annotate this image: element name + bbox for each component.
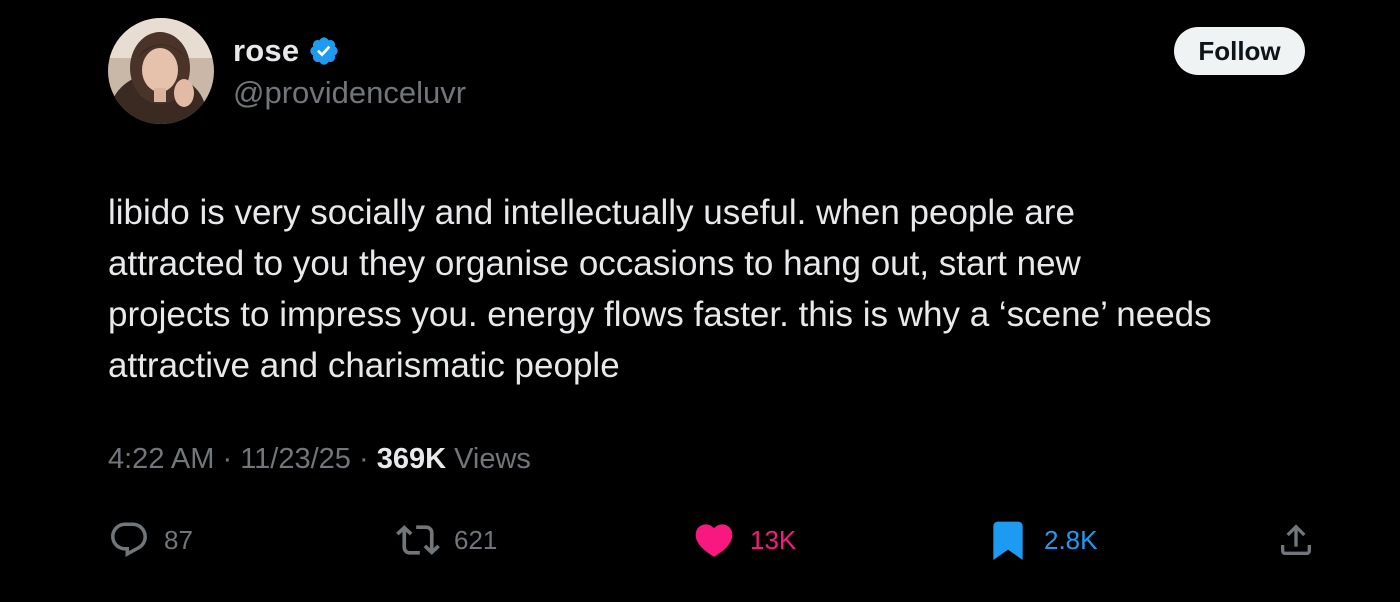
- repost-button[interactable]: 621: [396, 515, 497, 565]
- tweet-text-line: projects to impress you. energy flows fa…: [108, 295, 1212, 334]
- avatar[interactable]: [108, 18, 214, 124]
- tweet-time[interactable]: 4:22 AM: [108, 443, 214, 475]
- heart-filled-icon: [695, 524, 733, 557]
- tweet-text: libido is very socially and intellectual…: [108, 187, 1348, 391]
- repost-arrows-icon: [396, 525, 440, 555]
- reply-bubble-icon: [111, 522, 147, 557]
- share-upload-icon: [1281, 524, 1311, 555]
- repost-count: 621: [454, 524, 498, 555]
- meta-separator: ·: [222, 443, 241, 475]
- meta-separator: ·: [358, 443, 377, 475]
- tweet-text-line: attractive and charismatic people: [108, 346, 620, 385]
- tweet-meta: 4:22 AM · 11/23/25 · 369K Views: [108, 443, 531, 476]
- views-count: 369K: [376, 443, 447, 475]
- reply-count: 87: [164, 524, 193, 555]
- display-name[interactable]: rose: [233, 33, 299, 69]
- bookmark-button[interactable]: 2.8K: [986, 515, 1098, 565]
- tweet-text-line: attracted to you they organise occasions…: [108, 244, 1081, 283]
- tweet-date[interactable]: 11/23/25: [240, 443, 351, 475]
- reply-button[interactable]: 87: [108, 515, 193, 565]
- user-photo-avatar-icon: [108, 18, 214, 124]
- bookmark-count: 2.8K: [1044, 524, 1098, 555]
- like-button[interactable]: 13K: [692, 515, 796, 565]
- follow-button[interactable]: Follow: [1174, 27, 1305, 75]
- bookmark-filled-icon: [993, 521, 1023, 561]
- views-label: Views: [454, 443, 531, 475]
- author-handle[interactable]: @providenceluvr: [233, 75, 466, 111]
- action-bar: 87 621 13K 2.8K: [0, 515, 1400, 565]
- share-button[interactable]: [1276, 515, 1316, 565]
- author-name-row: rose: [233, 31, 340, 71]
- like-count: 13K: [750, 524, 797, 555]
- tweet-text-line: libido is very socially and intellectual…: [108, 193, 1075, 232]
- verified-badge-icon[interactable]: [308, 35, 340, 67]
